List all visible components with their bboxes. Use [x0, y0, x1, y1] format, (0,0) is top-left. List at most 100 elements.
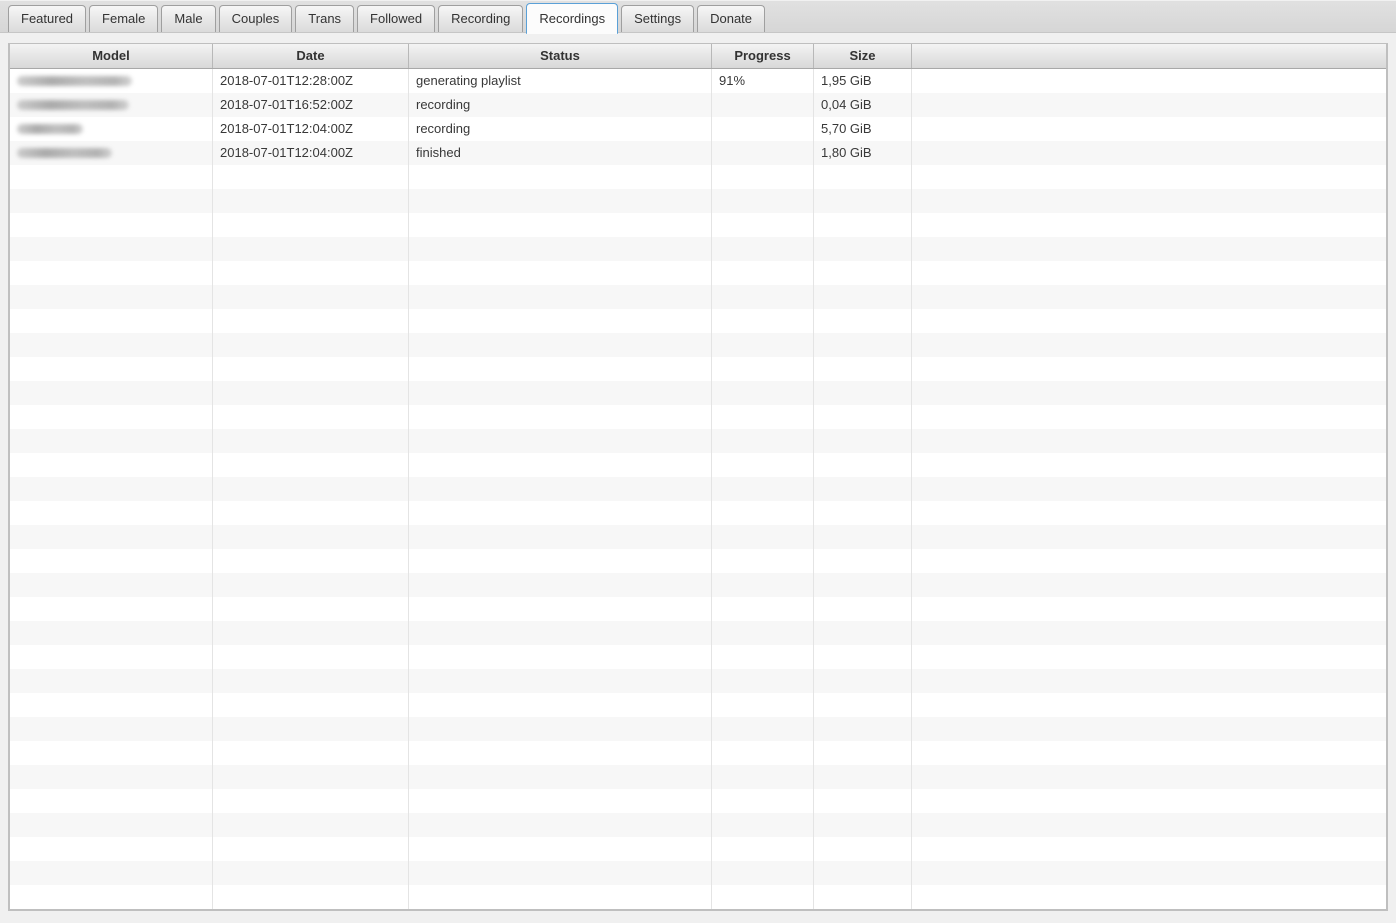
- cell-filler: [912, 621, 1386, 645]
- table-row-empty[interactable]: [10, 357, 1386, 381]
- cell-model: [10, 477, 213, 501]
- cell-size: [814, 549, 912, 573]
- cell-model: [10, 789, 213, 813]
- table-row-empty[interactable]: [10, 549, 1386, 573]
- column-header-status[interactable]: Status: [409, 44, 712, 68]
- table-row-empty[interactable]: [10, 189, 1386, 213]
- table-row-empty[interactable]: [10, 597, 1386, 621]
- table-row-empty[interactable]: [10, 573, 1386, 597]
- table-row-empty[interactable]: [10, 645, 1386, 669]
- table-row-empty[interactable]: [10, 429, 1386, 453]
- cell-size: [814, 861, 912, 885]
- cell-date: [213, 405, 409, 429]
- cell-progress: [712, 429, 814, 453]
- table-row-empty[interactable]: [10, 789, 1386, 813]
- cell-date: [213, 333, 409, 357]
- cell-status: [409, 693, 712, 717]
- table-row-empty[interactable]: [10, 861, 1386, 885]
- cell-date: [213, 813, 409, 837]
- table-row[interactable]: 2018-07-01T12:04:00Z recording 5,70 GiB: [10, 117, 1386, 141]
- cell-model: [10, 765, 213, 789]
- cell-status: [409, 645, 712, 669]
- cell-size: [814, 765, 912, 789]
- cell-size: [814, 837, 912, 861]
- cell-status: [409, 237, 712, 261]
- cell-date: [213, 453, 409, 477]
- cell-status: [409, 261, 712, 285]
- cell-model: [10, 621, 213, 645]
- cell-size: [814, 381, 912, 405]
- table-row-empty[interactable]: [10, 213, 1386, 237]
- cell-progress: [712, 597, 814, 621]
- table-row[interactable]: 2018-07-01T12:28:00Z generating playlist…: [10, 69, 1386, 93]
- cell-model: [10, 813, 213, 837]
- cell-date: 2018-07-01T16:52:00Z: [213, 93, 409, 117]
- tab-male[interactable]: Male: [161, 5, 215, 32]
- tab-female[interactable]: Female: [89, 5, 158, 32]
- cell-status: [409, 837, 712, 861]
- cell-model: [10, 597, 213, 621]
- column-header-model[interactable]: Model: [10, 44, 213, 68]
- table-row-empty[interactable]: [10, 885, 1386, 909]
- cell-size: [814, 525, 912, 549]
- cell-filler: [912, 405, 1386, 429]
- table-row-empty[interactable]: [10, 669, 1386, 693]
- table-row-empty[interactable]: [10, 405, 1386, 429]
- tab-featured[interactable]: Featured: [8, 5, 86, 32]
- table-row-empty[interactable]: [10, 381, 1386, 405]
- table-row[interactable]: 2018-07-01T12:04:00Z finished 1,80 GiB: [10, 141, 1386, 165]
- table-row-empty[interactable]: [10, 621, 1386, 645]
- cell-model: [10, 861, 213, 885]
- cell-status: [409, 597, 712, 621]
- cell-size: [814, 285, 912, 309]
- cell-filler: [912, 381, 1386, 405]
- cell-model: [10, 669, 213, 693]
- table-row-empty[interactable]: [10, 309, 1386, 333]
- cell-progress: [712, 261, 814, 285]
- table-row[interactable]: 2018-07-01T16:52:00Z recording 0,04 GiB: [10, 93, 1386, 117]
- table-row-empty[interactable]: [10, 717, 1386, 741]
- tab-trans[interactable]: Trans: [295, 5, 354, 32]
- column-header-size[interactable]: Size: [814, 44, 912, 68]
- table-row-empty[interactable]: [10, 693, 1386, 717]
- table-row-empty[interactable]: [10, 477, 1386, 501]
- cell-date: [213, 549, 409, 573]
- cell-filler: [912, 885, 1386, 909]
- table-row-empty[interactable]: [10, 837, 1386, 861]
- recordings-page: Model Date Status Progress Size 2018-07-…: [0, 33, 1396, 922]
- table-row-empty[interactable]: [10, 813, 1386, 837]
- tab-settings[interactable]: Settings: [621, 5, 694, 32]
- cell-model: [10, 69, 213, 93]
- tab-followed[interactable]: Followed: [357, 5, 435, 32]
- table-row-empty[interactable]: [10, 501, 1386, 525]
- column-header-date[interactable]: Date: [213, 44, 409, 68]
- tab-donate[interactable]: Donate: [697, 5, 765, 32]
- table-row-empty[interactable]: [10, 741, 1386, 765]
- table-row-empty[interactable]: [10, 765, 1386, 789]
- table-row-empty[interactable]: [10, 525, 1386, 549]
- cell-size: [814, 357, 912, 381]
- cell-status: [409, 741, 712, 765]
- cell-date: 2018-07-01T12:28:00Z: [213, 69, 409, 93]
- table-row-empty[interactable]: [10, 165, 1386, 189]
- recordings-table: Model Date Status Progress Size 2018-07-…: [8, 43, 1388, 911]
- cell-size: [814, 261, 912, 285]
- cell-model: [10, 117, 213, 141]
- cell-date: [213, 381, 409, 405]
- table-row-empty[interactable]: [10, 453, 1386, 477]
- table-row-empty[interactable]: [10, 237, 1386, 261]
- table-row-empty[interactable]: [10, 333, 1386, 357]
- column-header-progress[interactable]: Progress: [712, 44, 814, 68]
- cell-status: [409, 501, 712, 525]
- tab-recordings[interactable]: Recordings: [526, 3, 618, 34]
- cell-progress: [712, 333, 814, 357]
- cell-size: [814, 573, 912, 597]
- table-row-empty[interactable]: [10, 261, 1386, 285]
- tab-recording[interactable]: Recording: [438, 5, 523, 32]
- cell-date: [213, 165, 409, 189]
- cell-progress: [712, 525, 814, 549]
- tab-couples[interactable]: Couples: [219, 5, 293, 32]
- cell-filler: [912, 525, 1386, 549]
- table-row-empty[interactable]: [10, 285, 1386, 309]
- cell-model: [10, 525, 213, 549]
